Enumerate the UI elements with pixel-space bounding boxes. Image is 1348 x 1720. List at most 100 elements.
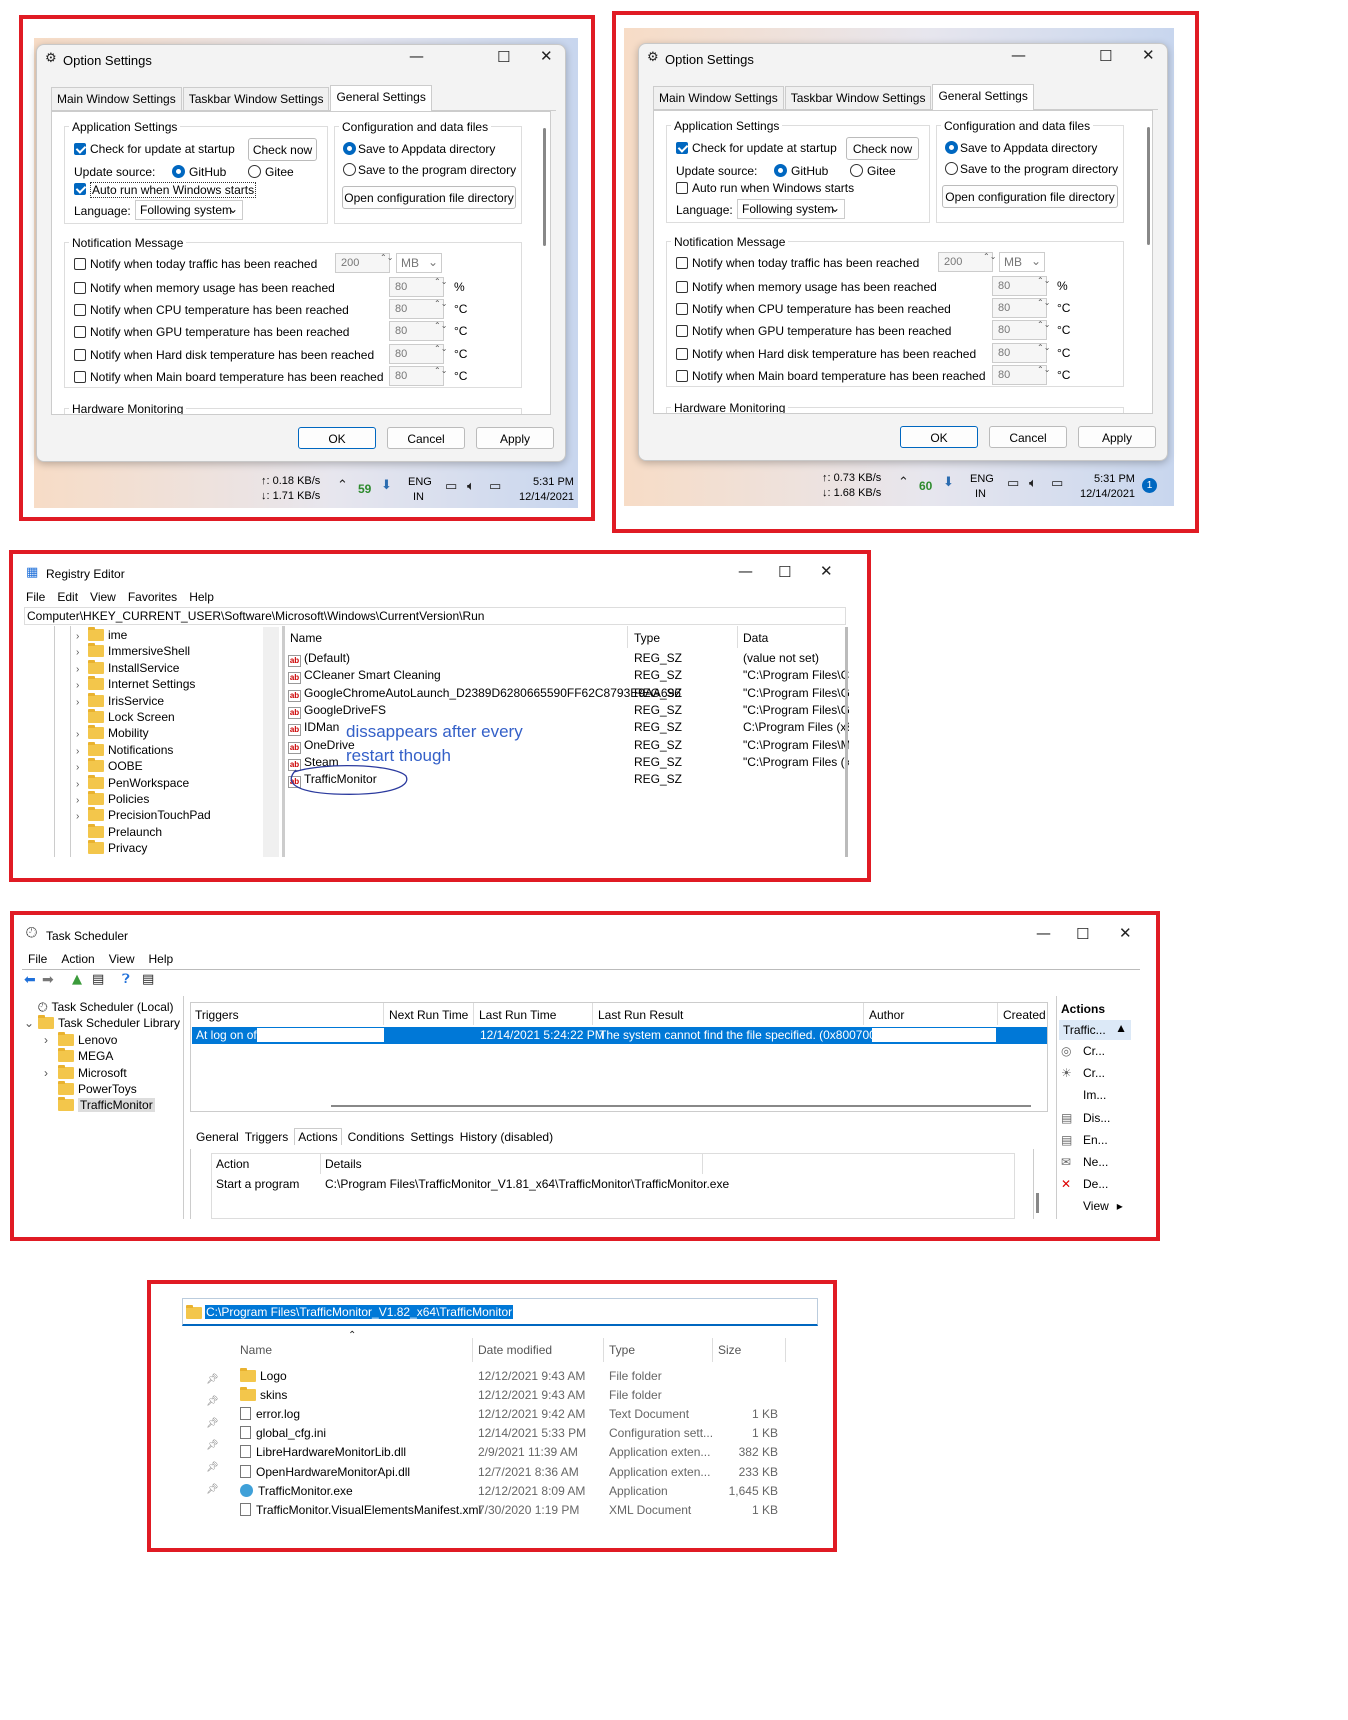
minimize-button[interactable]: — <box>409 47 424 65</box>
pin-icon[interactable]: 📌︎ <box>206 1484 219 1495</box>
menu-file[interactable]: File <box>28 952 47 966</box>
clock-date[interactable]: 12/14/2021 <box>1080 488 1135 500</box>
chevron-right-icon[interactable]: › <box>76 664 88 675</box>
tree-item[interactable]: › IrisService <box>76 692 164 708</box>
save-appdata-radio[interactable] <box>343 142 356 155</box>
action-item[interactable]: ☀ Cr... <box>1061 1066 1105 1080</box>
maximize-button[interactable]: ☐ <box>497 48 510 66</box>
action-item[interactable]: ▤ Dis... <box>1061 1111 1110 1125</box>
column-header[interactable]: Triggers <box>195 1008 239 1022</box>
col-separator[interactable] <box>603 1338 604 1362</box>
details-cell[interactable]: C:\Program Files\TrafficMonitor_V1.81_x6… <box>325 1177 729 1191</box>
auto-run-checkbox[interactable] <box>676 182 688 194</box>
action-item[interactable]: Im... <box>1061 1088 1106 1102</box>
action-item[interactable]: ✉ Ne... <box>1061 1155 1108 1169</box>
col-separator[interactable] <box>472 1338 473 1362</box>
action-col-header[interactable]: Action <box>216 1157 249 1171</box>
check-update-checkbox[interactable] <box>676 142 688 154</box>
chevron-right-icon[interactable]: › <box>76 762 88 773</box>
col-separator[interactable] <box>473 1003 474 1025</box>
actions-selected-bar[interactable]: Traffic... ▲ <box>1059 1020 1131 1040</box>
menu-view[interactable]: View <box>109 952 135 966</box>
github-radio[interactable] <box>774 164 787 177</box>
action-item[interactable]: ◎ Cr... <box>1061 1044 1105 1058</box>
save-program-radio[interactable] <box>343 163 356 176</box>
gitee-radio[interactable] <box>850 164 863 177</box>
menu-edit[interactable]: Edit <box>57 590 78 604</box>
column-header[interactable]: Last Run Result <box>598 1008 683 1022</box>
close-button[interactable]: ✕ <box>540 47 553 65</box>
notify-hdd-checkbox[interactable] <box>676 348 688 360</box>
tree-item[interactable]: ⌄ Task Scheduler Library <box>24 1015 180 1030</box>
tree-item[interactable]: › ime <box>76 627 127 642</box>
network-icon[interactable]: ▭ <box>1007 476 1019 491</box>
battery-icon[interactable]: ▭ <box>489 479 501 494</box>
action-item[interactable]: View ▸ <box>1061 1199 1123 1213</box>
detail-tab[interactable]: Triggers <box>245 1130 289 1144</box>
volume-icon[interactable]: 🔈︎ <box>467 479 475 494</box>
tree-item[interactable]: › Lenovo <box>44 1031 117 1047</box>
gitee-radio[interactable] <box>248 165 261 178</box>
action-item[interactable]: ✕ De... <box>1061 1177 1108 1191</box>
volume-icon[interactable]: 🔈︎ <box>1029 476 1037 491</box>
notification-badge[interactable]: 1 <box>1142 478 1157 493</box>
tree-item[interactable]: › PrecisionTouchPad <box>76 807 211 822</box>
menu-action[interactable]: Action <box>61 952 94 966</box>
menu-favorites[interactable]: Favorites <box>128 590 177 604</box>
scrollbar[interactable] <box>543 128 546 246</box>
tab-general-settings[interactable]: General Settings <box>932 84 1034 110</box>
chevron-right-icon[interactable]: › <box>76 795 88 806</box>
network-icon[interactable]: ▭ <box>445 479 457 494</box>
apply-button[interactable]: Apply <box>1078 426 1156 448</box>
github-radio[interactable] <box>172 165 185 178</box>
hdd-spinner[interactable]: 80 <box>389 344 444 364</box>
tree-item[interactable]: PowerToys <box>44 1081 137 1096</box>
up-folder-icon[interactable]: ▲ <box>72 972 82 987</box>
chevron-up-icon[interactable]: ⌃ <box>898 475 909 490</box>
tab-general-settings[interactable]: General Settings <box>330 85 432 111</box>
clock-time[interactable]: 5:31 PM <box>533 476 574 488</box>
details-col-header[interactable]: Details <box>325 1157 362 1171</box>
file-row[interactable]: Logo <box>240 1368 287 1383</box>
column-header[interactable]: Created <box>1003 1008 1046 1022</box>
chevron-right-icon[interactable]: › <box>76 811 88 822</box>
chevron-right-icon[interactable]: › <box>76 697 88 708</box>
tree-item[interactable]: › Policies <box>76 791 149 806</box>
menu-view[interactable]: View <box>90 590 116 604</box>
tree-item[interactable]: › ImmersiveShell <box>76 643 190 658</box>
col-name-header[interactable]: Name <box>290 631 322 645</box>
pin-icon[interactable]: 📌︎ <box>206 1440 219 1451</box>
detail-tab[interactable]: Conditions <box>348 1130 405 1144</box>
notify-gpu-checkbox[interactable] <box>74 326 86 338</box>
show-hide-tree-icon[interactable]: ▤ <box>92 972 104 987</box>
memory-spinner[interactable]: 80 <box>389 277 444 297</box>
cpu-spinner[interactable]: 80 <box>389 299 444 319</box>
internet-download-manager-icon[interactable]: ⬇ <box>381 478 392 493</box>
address-bar[interactable]: Computer\HKEY_CURRENT_USER\Software\Micr… <box>24 607 846 625</box>
col-separator[interactable] <box>863 1003 864 1025</box>
battery-icon[interactable]: ▭ <box>1051 476 1063 491</box>
language-code[interactable]: ENG <box>970 473 994 485</box>
tab-main-window[interactable]: Main Window Settings <box>51 87 182 110</box>
auto-run-checkbox[interactable] <box>74 183 86 195</box>
chevron-up-icon[interactable]: ⌃ <box>337 478 348 493</box>
col-separator[interactable] <box>383 1003 384 1025</box>
chevron-right-icon[interactable]: › <box>76 746 88 757</box>
maximize-button[interactable]: ☐ <box>778 563 791 581</box>
open-config-dir-button[interactable]: Open configuration file directory <box>342 186 516 209</box>
forward-arrow-icon[interactable]: ➡ <box>42 972 54 988</box>
maximize-button[interactable]: ☐ <box>1076 925 1089 943</box>
tab-taskbar-window[interactable]: Taskbar Window Settings <box>784 86 932 109</box>
col-type-header[interactable]: Type <box>609 1343 635 1357</box>
minimize-button[interactable]: — <box>738 562 753 580</box>
check-update-checkbox[interactable] <box>74 143 86 155</box>
tree-item[interactable]: › Mobility <box>76 725 149 740</box>
save-program-radio[interactable] <box>945 162 958 175</box>
value-row[interactable]: ab IDMan <box>288 720 339 737</box>
values-scrollbar[interactable] <box>845 627 848 857</box>
file-row[interactable]: OpenHardwareMonitorApi.dll <box>240 1464 410 1479</box>
back-arrow-icon[interactable]: ⬅ <box>24 972 36 988</box>
detail-tab[interactable]: Settings <box>410 1130 453 1144</box>
chevron-up-icon[interactable]: ▲ <box>1115 1021 1127 1035</box>
traffic-unit-select[interactable]: MB ⌄ <box>999 252 1045 272</box>
